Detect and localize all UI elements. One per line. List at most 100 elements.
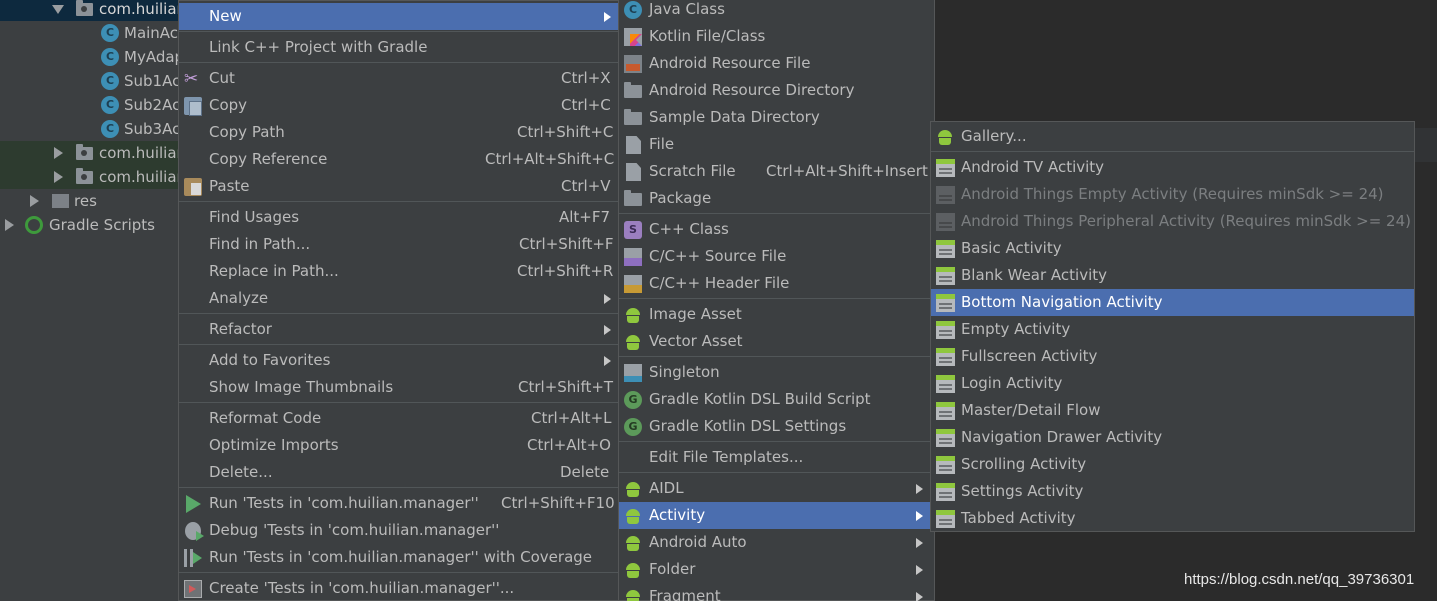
menu-item-android-auto[interactable]: Android Auto — [619, 529, 934, 556]
activity-template-icon — [936, 456, 955, 474]
class-icon: C — [101, 24, 119, 42]
tree-item-class[interactable]: C MainAc — [0, 21, 180, 45]
menu-item-gradle-kotlin-build-script[interactable]: G Gradle Kotlin DSL Build Script — [619, 386, 934, 413]
menu-item-copy[interactable]: Copy Ctrl+C — [179, 92, 618, 119]
menu-item-copy-path[interactable]: Copy Path Ctrl+Shift+C — [179, 119, 618, 146]
tree-item-package[interactable]: com.huilian — [0, 165, 180, 189]
menu-item-refactor[interactable]: Refactor — [179, 316, 618, 343]
collapse-arrow-icon[interactable] — [30, 195, 39, 207]
menu-item-bottom-navigation-activity[interactable]: Bottom Navigation Activity — [931, 289, 1414, 316]
menu-item-gallery[interactable]: Gallery... — [931, 123, 1414, 150]
menu-item-edit-file-templates[interactable]: Edit File Templates... — [619, 444, 934, 471]
menu-item-login-activity[interactable]: Login Activity — [931, 370, 1414, 397]
tree-item-package[interactable]: com.huilian — [0, 141, 180, 165]
submenu-arrow-icon — [916, 538, 923, 548]
menu-item-package[interactable]: Package — [619, 185, 934, 212]
menu-item-fragment[interactable]: Fragment — [619, 583, 934, 601]
menu-item-optimize-imports[interactable]: Optimize Imports Ctrl+Alt+O — [179, 432, 618, 459]
collapse-arrow-icon[interactable] — [54, 171, 63, 183]
menu-item-singleton[interactable]: Singleton — [619, 359, 934, 386]
menu-item-copy-reference[interactable]: Copy Reference Ctrl+Alt+Shift+C — [179, 146, 618, 173]
menu-item-empty-activity[interactable]: Empty Activity — [931, 316, 1414, 343]
menu-item-sample-data-directory[interactable]: Sample Data Directory — [619, 104, 934, 131]
menu-item-master-detail-flow[interactable]: Master/Detail Flow — [931, 397, 1414, 424]
menu-item-new[interactable]: New — [179, 3, 618, 30]
menu-item-analyze[interactable]: Analyze — [179, 285, 618, 312]
run-icon — [186, 495, 201, 513]
menu-item-file[interactable]: File — [619, 131, 934, 158]
tree-item-res[interactable]: res — [0, 189, 180, 213]
menu-item-blank-wear-activity[interactable]: Blank Wear Activity — [931, 262, 1414, 289]
menu-item-navigation-drawer-activity[interactable]: Navigation Drawer Activity — [931, 424, 1414, 451]
activity-template-icon — [936, 294, 955, 312]
menu-item-aidl[interactable]: AIDL — [619, 475, 934, 502]
paste-icon — [184, 178, 202, 196]
tree-item-class[interactable]: C Sub2Ac — [0, 93, 180, 117]
menu-item-android-tv-activity[interactable]: Android TV Activity — [931, 154, 1414, 181]
submenu-arrow-icon — [916, 592, 923, 601]
menu-separator — [619, 356, 934, 357]
menu-item-scrolling-activity[interactable]: Scrolling Activity — [931, 451, 1414, 478]
menu-item-image-asset[interactable]: Image Asset — [619, 301, 934, 328]
cpp-source-icon — [624, 248, 642, 266]
menu-item-android-resource-file[interactable]: Android Resource File — [619, 50, 934, 77]
menu-item-fullscreen-activity[interactable]: Fullscreen Activity — [931, 343, 1414, 370]
folder-icon — [624, 109, 642, 125]
collapse-arrow-icon[interactable] — [54, 147, 63, 159]
tree-item-class[interactable]: C MyAdap — [0, 45, 180, 69]
menu-item-vector-asset[interactable]: Vector Asset — [619, 328, 934, 355]
menu-item-kotlin-file[interactable]: Kotlin File/Class — [619, 23, 934, 50]
menu-item-paste[interactable]: Paste Ctrl+V — [179, 173, 618, 200]
activity-template-icon — [936, 240, 955, 258]
expand-arrow-icon[interactable] — [52, 5, 64, 14]
menu-item-basic-activity[interactable]: Basic Activity — [931, 235, 1414, 262]
menu-item-debug-tests[interactable]: Debug 'Tests in 'com.huilian.manager'' — [179, 517, 618, 544]
menu-item-android-resource-directory[interactable]: Android Resource Directory — [619, 77, 934, 104]
collapse-arrow-icon[interactable] — [5, 219, 14, 231]
package-icon — [624, 190, 642, 206]
tree-item-gradle-scripts[interactable]: Gradle Scripts — [0, 213, 180, 237]
watermark: https://blog.csdn.net/qq_39736301 — [1184, 571, 1415, 588]
menu-item-delete[interactable]: Delete... Delete — [179, 459, 618, 486]
tree-item-class[interactable]: C Sub3Ac — [0, 117, 180, 141]
submenu-arrow-icon — [604, 12, 611, 22]
menu-item-cpp-source-file[interactable]: C/C++ Source File — [619, 243, 934, 270]
menu-item-cut[interactable]: ✂ Cut Ctrl+X — [179, 65, 618, 92]
menu-item-java-class[interactable]: C Java Class — [619, 0, 934, 23]
menu-item-link-cpp[interactable]: Link C++ Project with Gradle — [179, 34, 618, 61]
menu-item-find-in-path[interactable]: Find in Path... Ctrl+Shift+F — [179, 231, 618, 258]
copy-icon — [184, 97, 202, 116]
menu-item-run-with-coverage[interactable]: Run 'Tests in 'com.huilian.manager'' wit… — [179, 544, 618, 571]
package-folder-icon — [76, 144, 93, 160]
java-class-icon: C — [624, 1, 642, 19]
res-folder-icon — [52, 194, 69, 208]
submenu-arrow-icon — [604, 356, 611, 366]
menu-item-cpp-header-file[interactable]: C/C++ Header File — [619, 270, 934, 297]
menu-item-create-tests[interactable]: Create 'Tests in 'com.huilian.manager''.… — [179, 575, 618, 601]
menu-item-add-to-favorites[interactable]: Add to Favorites — [179, 347, 618, 374]
menu-item-replace-in-path[interactable]: Replace in Path... Ctrl+Shift+R — [179, 258, 618, 285]
tree-item-class[interactable]: C Sub1Ac — [0, 69, 180, 93]
android-icon — [624, 534, 642, 552]
menu-item-find-usages[interactable]: Find Usages Alt+F7 — [179, 204, 618, 231]
submenu-arrow-icon — [604, 294, 611, 304]
activity-template-icon — [936, 159, 955, 177]
activity-template-icon — [936, 348, 955, 366]
menu-item-show-image-thumbnails[interactable]: Show Image Thumbnails Ctrl+Shift+T — [179, 374, 618, 401]
menu-item-activity[interactable]: Activity — [619, 502, 934, 529]
activity-submenu: Gallery... Android TV Activity Android T… — [930, 121, 1415, 532]
package-folder-icon — [76, 168, 93, 184]
menu-item-folder[interactable]: Folder — [619, 556, 934, 583]
class-icon: C — [101, 96, 119, 114]
menu-item-reformat-code[interactable]: Reformat Code Ctrl+Alt+L — [179, 405, 618, 432]
menu-item-gradle-kotlin-settings[interactable]: G Gradle Kotlin DSL Settings — [619, 413, 934, 440]
activity-template-icon — [936, 213, 955, 231]
tree-item-package[interactable]: com.huilian — [0, 0, 180, 21]
submenu-arrow-icon — [604, 325, 611, 335]
menu-item-run-tests[interactable]: Run 'Tests in 'com.huilian.manager'' Ctr… — [179, 490, 618, 517]
menu-item-scratch-file[interactable]: Scratch File Ctrl+Alt+Shift+Insert — [619, 158, 934, 185]
menu-item-cpp-class[interactable]: S C++ Class — [619, 216, 934, 243]
menu-item-settings-activity[interactable]: Settings Activity — [931, 478, 1414, 505]
coverage-icon — [184, 549, 202, 567]
menu-item-tabbed-activity[interactable]: Tabbed Activity — [931, 505, 1414, 532]
